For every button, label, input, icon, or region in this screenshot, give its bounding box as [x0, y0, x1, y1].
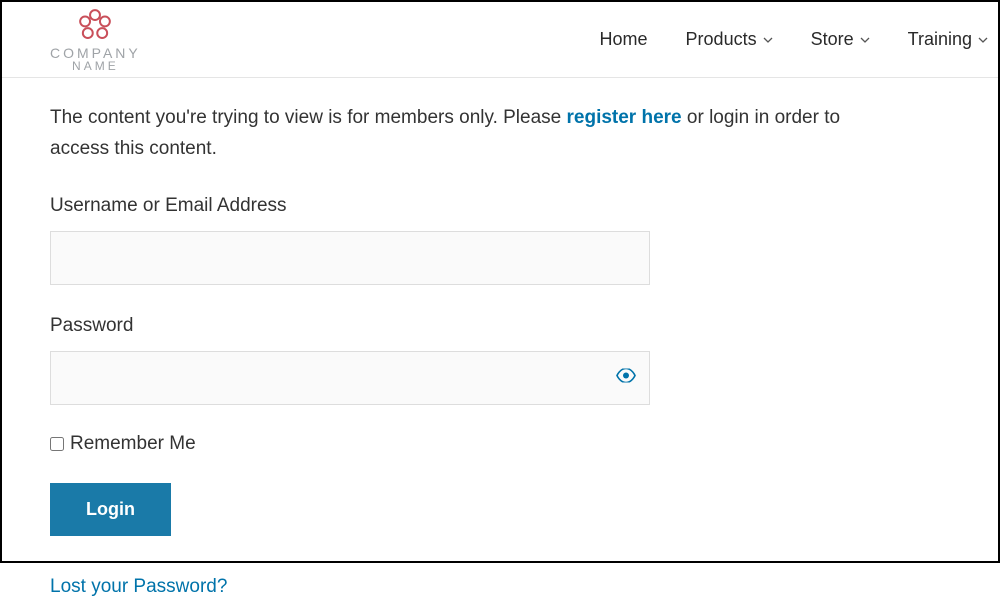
notice-text-before: The content you're trying to view is for…	[50, 107, 567, 128]
username-label: Username or Email Address	[50, 195, 950, 217]
main-nav: Home Products Store Training	[600, 29, 988, 50]
password-input[interactable]	[50, 351, 650, 405]
password-input-wrap	[50, 351, 650, 405]
logo-icon	[74, 7, 116, 43]
chevron-down-icon	[763, 35, 773, 45]
nav-item-label: Home	[600, 29, 648, 50]
login-button[interactable]: Login	[50, 483, 171, 536]
remember-me-row: Remember Me	[50, 433, 950, 455]
logo-text-line1: COMPANY	[50, 46, 141, 60]
register-link[interactable]: register here	[567, 107, 682, 128]
main-content: The content you're trying to view is for…	[2, 78, 998, 598]
password-visibility-toggle[interactable]	[616, 368, 636, 387]
chevron-down-icon	[978, 35, 988, 45]
nav-item-label: Products	[686, 29, 757, 50]
nav-training[interactable]: Training	[908, 29, 988, 50]
logo-text-line2: NAME	[72, 60, 119, 72]
nav-item-label: Store	[811, 29, 854, 50]
username-input-wrap	[50, 231, 650, 285]
lost-password-link[interactable]: Lost your Password?	[50, 576, 227, 598]
eye-icon	[616, 368, 636, 382]
chevron-down-icon	[860, 35, 870, 45]
remember-me-label: Remember Me	[70, 433, 196, 455]
nav-products[interactable]: Products	[686, 29, 773, 50]
username-group: Username or Email Address	[50, 195, 950, 285]
site-header: COMPANY NAME Home Products Store Trainin…	[2, 2, 998, 78]
site-logo[interactable]: COMPANY NAME	[50, 7, 141, 72]
remember-me-checkbox[interactable]	[50, 437, 64, 451]
nav-store[interactable]: Store	[811, 29, 870, 50]
members-only-notice: The content you're trying to view is for…	[50, 102, 900, 165]
password-label: Password	[50, 315, 950, 337]
password-group: Password	[50, 315, 950, 405]
nav-home[interactable]: Home	[600, 29, 648, 50]
nav-item-label: Training	[908, 29, 972, 50]
username-input[interactable]	[50, 231, 650, 285]
